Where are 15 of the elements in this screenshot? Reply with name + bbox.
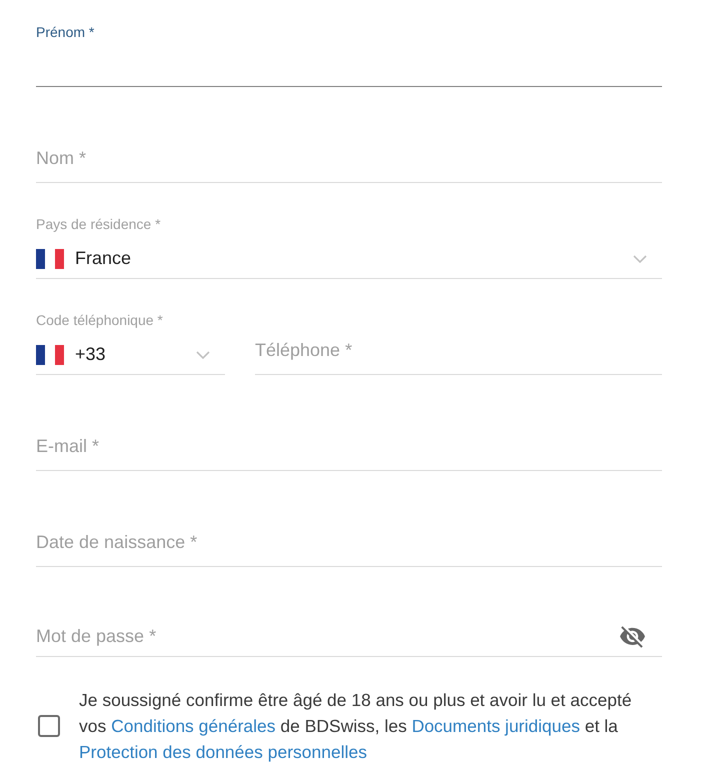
dropdown[interactable]: France xyxy=(36,245,662,279)
consent-text: Je soussigné confirme être âgé de 18 ans ou plus et avoir lu et accepté vos Conditions générales de BDSwiss, les Documents juridiques et la Protection des données personnelles xyxy=(79,689,633,764)
checkbox[interactable] xyxy=(38,715,60,737)
link[interactable]: Documents juridiques xyxy=(412,716,580,736)
link[interactable]: Conditions générales xyxy=(111,716,276,736)
field-label: Pays de résidence * xyxy=(36,215,161,233)
eye-slash-icon[interactable] xyxy=(620,626,645,648)
field-label: Code téléphonique * xyxy=(36,311,163,329)
flag-icon xyxy=(36,248,64,268)
field-label: Prénom * xyxy=(36,23,94,41)
chevron-down-icon xyxy=(196,350,210,358)
flag-icon xyxy=(36,344,64,364)
dropdown[interactable]: +33 xyxy=(36,341,225,375)
chevron-down-icon xyxy=(633,254,647,262)
link[interactable]: Protection des données personnelles xyxy=(79,742,367,762)
